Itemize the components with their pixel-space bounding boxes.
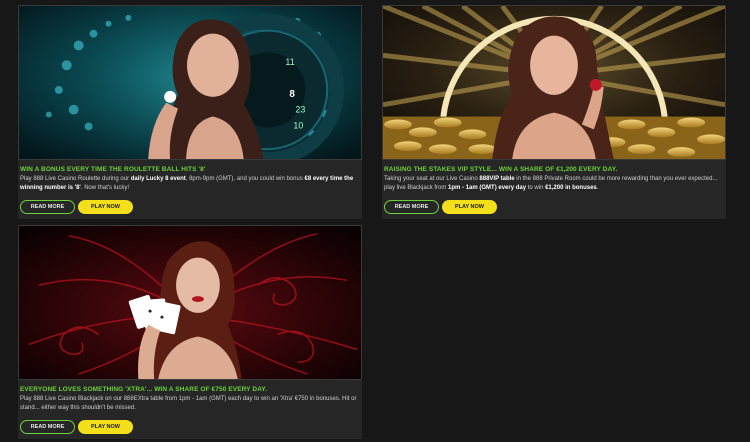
promo-headline: RAISING THE STAKES VIP STYLE... WIN A SH… [384, 166, 618, 173]
promo-description: Play 888 Live Casino Roulette during our… [20, 175, 358, 192]
read-more-button[interactable]: READ MORE [384, 200, 439, 214]
vip-banner-illustration [383, 6, 725, 159]
description-text: . Now that's lucky! [80, 184, 130, 191]
description-highlight: daily Lucky 8 event [130, 176, 186, 182]
promo-card-vip: RAISING THE STAKES VIP STYLE... WIN A SH… [382, 5, 726, 219]
promo-banner-image[interactable]: ♠ ♠ [18, 225, 362, 380]
description-text: Taking your seat at our Live Casino [384, 176, 480, 182]
wheel-number: 8 [289, 89, 295, 100]
promo-description: Play 888 Live Casino Blackjack on our 88… [20, 395, 358, 412]
svg-text:♠: ♠ [160, 314, 164, 321]
play-now-button[interactable]: PLAY NOW [78, 420, 133, 434]
roulette-banner-illustration: 11 8 23 10 [19, 6, 361, 159]
promo-headline: WIN A BONUS EVERY TIME THE ROULETTE BALL… [20, 166, 206, 173]
description-text: to win [526, 184, 546, 191]
promo-banner-image[interactable]: 11 8 23 10 [18, 5, 362, 160]
promo-card-xtra: ♠ ♠ EVERYONE LOVES SOMETHING 'XTRA'... W… [18, 225, 362, 439]
wheel-number: 23 [295, 105, 305, 115]
read-more-button[interactable]: READ MORE [20, 200, 75, 214]
promo-card-roulette: 11 8 23 10 WIN A BONUS EVERY TIME THE RO… [18, 5, 362, 219]
read-more-button[interactable]: READ MORE [20, 420, 75, 434]
description-text: , 8pm-9pm (GMT), and you could win bonus [185, 176, 305, 182]
promo-banner-image[interactable] [382, 5, 726, 160]
description-highlight: 888VIP table [479, 176, 515, 182]
wheel-number: 10 [293, 120, 303, 130]
svg-text:♠: ♠ [148, 308, 152, 315]
xtra-banner-illustration: ♠ ♠ [19, 226, 361, 379]
promo-description: Taking your seat at our Live Casino 888V… [384, 175, 722, 192]
wheel-number: 11 [285, 57, 294, 67]
play-now-button[interactable]: PLAY NOW [78, 200, 133, 214]
promo-headline: EVERYONE LOVES SOMETHING 'XTRA'... WIN A… [20, 386, 268, 393]
description-text: . [596, 184, 599, 191]
play-now-button[interactable]: PLAY NOW [442, 200, 497, 214]
description-highlight: 1pm - 1am (GMT) every day [448, 184, 527, 191]
description-text: Play 888 Live Casino Blackjack on our 88… [20, 396, 357, 411]
description-highlight: €1,200 in bonuses [545, 184, 597, 191]
description-text: Play 888 Live Casino Roulette during our [20, 176, 131, 182]
